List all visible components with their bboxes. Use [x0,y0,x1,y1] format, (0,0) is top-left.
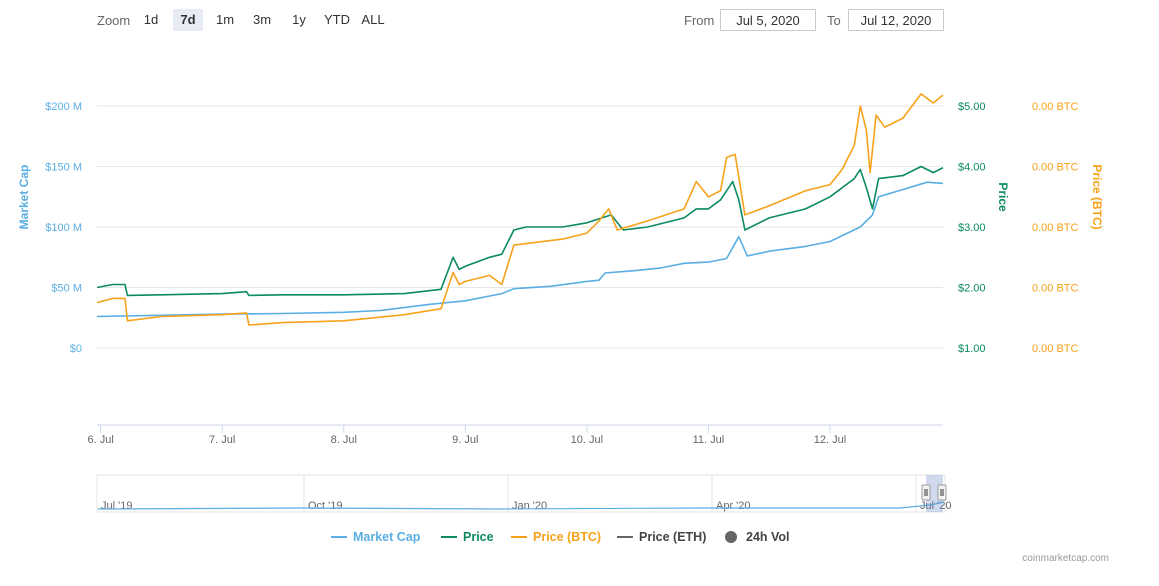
series-line-market-cap [96,181,944,318]
y-btc-tick-label: 0.00 BTC [1032,222,1079,234]
legend-label: 24h Vol [746,530,790,544]
navigator-handle-icon [921,484,931,501]
x-tick-label: 11. Jul [693,434,725,446]
y-price-tick-label: $3.00 [958,222,986,234]
y-left-tick-label: $0 [70,343,82,355]
grid-lines [97,105,943,349]
y-btc-tick-label: 0.00 BTC [1032,101,1079,113]
navigator[interactable]: Jul '19Oct '19Jan '20Apr '20Jul '20 [96,474,951,513]
navigator-handle-icon [937,484,947,501]
legend: Market Cap Price Price (BTC) Price (ETH)… [0,528,1159,548]
y-axes: $0 $50 M $100 M $150 M $200 M Market Cap $1.00… [17,101,1104,355]
y-left-tick-label: $50 M [51,283,82,295]
y-btc-tick-label: 0.00 BTC [1032,283,1079,295]
navigator-label: Jul '19 [101,500,132,512]
y-btc-axis-title: Price (BTC) [1090,164,1104,229]
navigator-label: Jan '20 [512,500,547,512]
y-price-tick-label: $2.00 [958,283,986,295]
y-price-tick-label: $4.00 [958,162,986,174]
x-tick-label: 7. Jul [209,434,235,446]
series-line-price [96,165,944,297]
legend-line-icon [441,536,457,538]
legend-label: Market Cap [353,530,421,544]
y-price-tick-label: $5.00 [958,101,986,113]
y-price-axis-title: Price [996,182,1010,212]
navigator-label: Oct '19 [308,500,343,512]
y-left-tick-label: $100 M [45,222,82,234]
y-btc-tick-label: 0.00 BTC [1032,343,1079,355]
series-line-price-btc [96,93,944,326]
y-btc-tick-label: 0.00 BTC [1032,162,1079,174]
x-tick-label: 10. Jul [571,434,603,446]
legend-label: Price [463,530,494,544]
series-lines [96,93,944,326]
y-price-tick-label: $1.00 [958,343,986,355]
legend-dot-icon [725,531,737,543]
navigator-label: Apr '20 [716,500,751,512]
legend-line-icon [511,536,527,538]
x-tick-label: 8. Jul [331,434,357,446]
legend-label: Price (ETH) [639,530,707,544]
x-tick-label: 12. Jul [814,434,846,446]
y-left-tick-label: $200 M [45,101,82,113]
x-tick-label: 6. Jul [87,434,113,446]
chart-svg: 6. Jul 7. Jul 8. Jul 9. Jul 10. Jul 11. Jul 12… [17,93,1104,513]
legend-line-icon [617,536,633,538]
legend-line-icon [331,536,347,538]
x-axis: 6. Jul 7. Jul 8. Jul 9. Jul 10. Jul 11. Jul 12… [87,424,943,446]
y-left-axis-title: Market Cap [17,165,31,230]
legend-label: Price (BTC) [533,530,602,544]
credit-link[interactable]: coinmarketcap.com [1022,553,1109,564]
y-left-tick-label: $150 M [45,162,82,174]
x-tick-label: 9. Jul [452,434,478,446]
